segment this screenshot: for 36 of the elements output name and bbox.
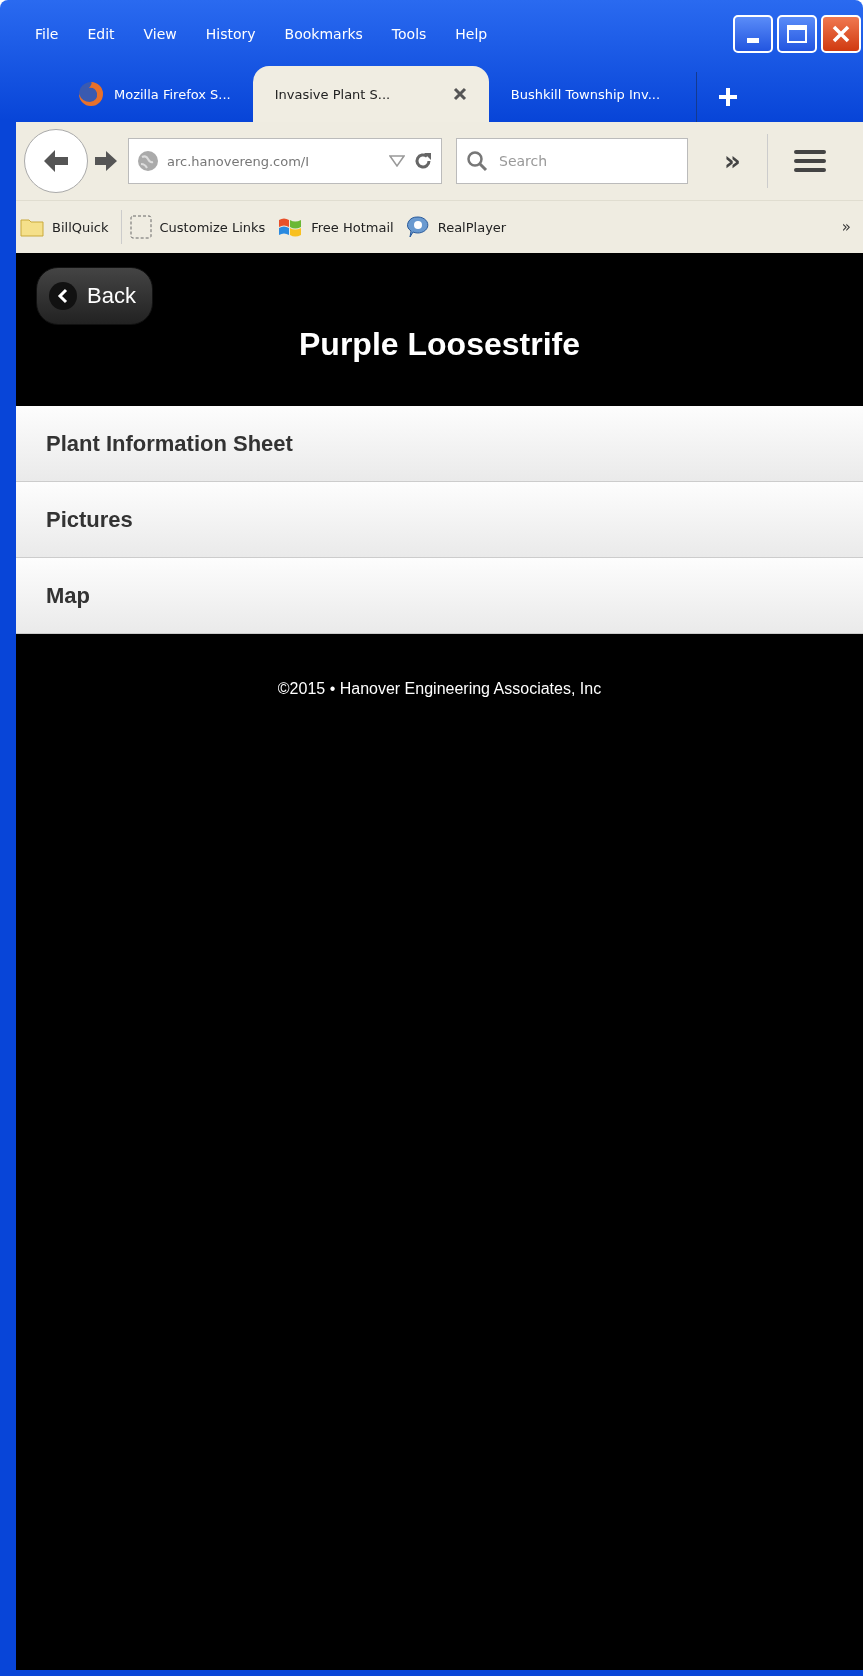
minimize-button[interactable] [733,15,773,53]
reload-icon[interactable] [413,151,433,171]
page-title: Purple Loosestrife [299,326,580,363]
overflow-button[interactable]: » [718,146,747,176]
browser-tab[interactable]: Invasive Plant S... [252,66,489,122]
bookmark-link[interactable]: RealPlayer [437,219,511,235]
list-item[interactable]: Pictures [16,482,863,558]
new-tab-icon[interactable] [717,86,740,108]
browser-tab[interactable]: Bushkill Township Inv... [488,66,683,122]
folder-icon [20,217,44,237]
bookmark-link[interactable]: Customize Links [159,219,270,235]
menu-icon[interactable] [793,148,826,174]
bookmark-link[interactable]: BillQuick [52,219,113,235]
globe-icon [137,150,159,172]
list-item[interactable]: Map [16,558,863,634]
windows-flag-icon [277,216,304,238]
close-icon [831,24,851,44]
copyright-text: ©2015 • Hanover Engineering Associates, Inc [276,680,603,698]
maximize-button[interactable] [777,15,817,53]
firefox-icon [78,81,104,107]
close-button[interactable] [821,15,861,53]
chevron-left-icon [56,288,70,304]
dropdown-icon[interactable] [389,155,405,167]
maximize-icon [787,25,807,43]
search-field[interactable]: Search [456,138,688,184]
minimize-icon [747,37,759,43]
back-button[interactable]: Back [36,267,153,325]
browser-tab[interactable]: Mozilla Firefox S... [56,66,253,122]
bookmark-link[interactable]: Free Hotmail [311,219,398,235]
address-bar[interactable]: arc.hanovereng.com/I [128,138,442,184]
page-icon [129,215,152,239]
bookmarks-overflow-button[interactable]: » [841,218,851,236]
forward-icon[interactable] [94,150,118,172]
list-item[interactable]: Plant Information Sheet [16,406,863,482]
speech-bubble-icon [405,215,430,239]
close-tab-icon[interactable] [452,87,467,101]
